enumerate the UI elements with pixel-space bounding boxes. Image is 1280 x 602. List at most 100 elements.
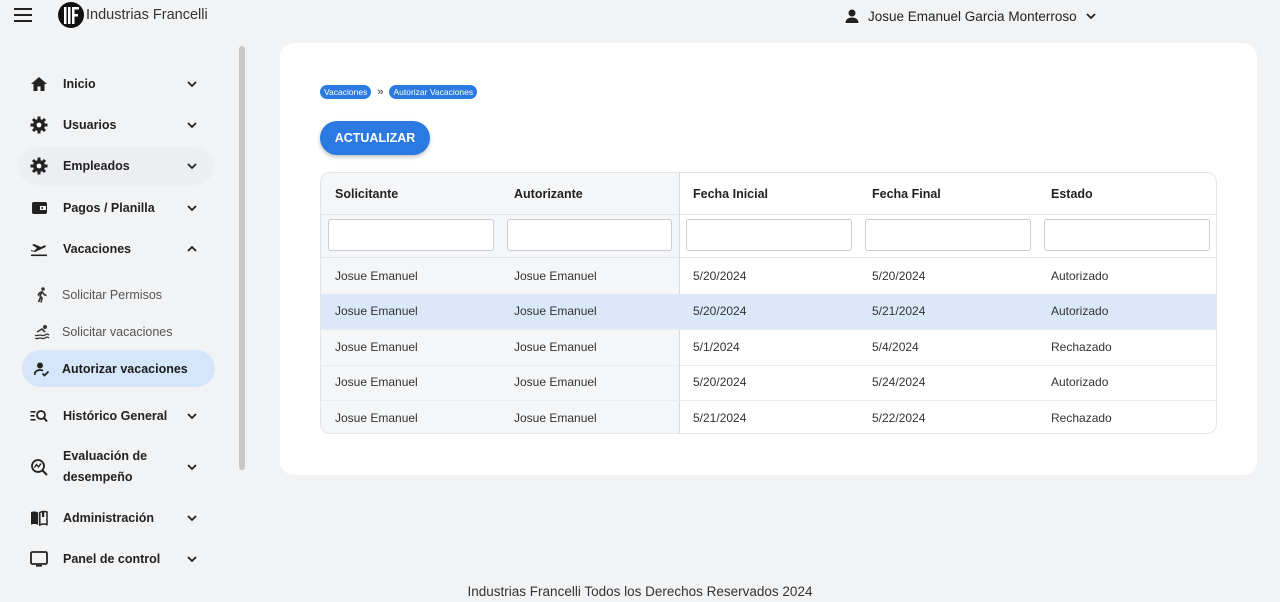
wallet-icon	[30, 199, 48, 217]
table-cell-fecha-inicial: 5/20/2024	[693, 304, 747, 318]
sidebar-item-label: Pagos / Planilla	[63, 201, 155, 215]
chevron-down-icon	[187, 163, 197, 170]
sidebar-item-usuarios[interactable]: Usuarios	[18, 106, 214, 144]
table-cell-fecha-inicial: 5/20/2024	[693, 268, 747, 283]
table-cell-estado: Autorizado	[1051, 268, 1109, 283]
sidebar-scrollbar[interactable]	[239, 46, 245, 470]
person-swim-icon	[34, 324, 50, 340]
vacation-requests-table: Solicitante Autorizante Fecha Inicial Fe…	[320, 172, 1217, 434]
sidebar-item-label: Vacaciones	[63, 242, 132, 256]
column-header-fecha-final[interactable]: Fecha Final	[872, 173, 941, 214]
plane-icon	[30, 240, 48, 258]
user-icon	[844, 8, 860, 24]
table-cell-fecha-final: 5/20/2024	[872, 268, 926, 283]
chevron-down-icon	[187, 122, 197, 129]
sidebar-item-historico-general[interactable]: Histórico General	[18, 397, 214, 435]
sidebar-item-label: Inicio	[63, 77, 96, 91]
table-cell-autorizante: Josue Emanuel	[514, 339, 597, 354]
breadcrumb: Vacaciones » Autorizar Vacaciones	[320, 85, 478, 99]
sidebar-item-administracion[interactable]: Administración	[18, 499, 214, 537]
hamburger-menu-icon[interactable]	[14, 8, 32, 22]
filter-input-solicitante[interactable]	[328, 219, 494, 251]
table-cell-solicitante: Josue Emanuel	[335, 339, 418, 354]
sidebar-subitem-solicitar-permisos[interactable]: Solicitar Permisos	[22, 276, 215, 313]
table-cell-autorizante: Josue Emanuel	[514, 268, 597, 283]
table-row[interactable]: Josue Emanuel Josue Emanuel 5/20/2024 5/21/…	[321, 293, 1216, 329]
filter-input-fecha-final[interactable]	[865, 219, 1031, 251]
walking-icon	[34, 286, 50, 303]
footer-text: Industrias Francelli Todos los Derechos …	[467, 584, 813, 599]
table-cell-autorizante: Josue Emanuel	[514, 410, 597, 425]
table-cell-solicitante: Josue Emanuel	[335, 375, 418, 389]
breadcrumb-item-autorizar-vacaciones[interactable]: Autorizar Vacaciones	[389, 85, 478, 99]
top-bar: Industrias Francelli Josue Emanuel Garci…	[0, 0, 1280, 32]
sidebar-item-label: Panel de control	[63, 552, 161, 566]
table-cell-autorizante: Josue Emanuel	[514, 304, 597, 318]
chevron-up-icon	[187, 245, 197, 252]
sidebar-item-empleados[interactable]: Empleados	[18, 147, 214, 185]
table-cell-fecha-inicial: 5/1/2024	[693, 339, 740, 354]
table-cell-solicitante: Josue Emanuel	[335, 410, 418, 425]
sidebar-item-vacaciones[interactable]: Vacaciones	[18, 230, 214, 268]
table-cell-estado: Rechazado	[1051, 339, 1112, 354]
sidebar-item-label: Histórico General	[63, 409, 168, 423]
home-icon	[30, 75, 48, 93]
chevron-down-icon	[187, 205, 197, 212]
sidebar-item-label: Usuarios	[63, 118, 117, 132]
table-cell-autorizante: Josue Emanuel	[514, 375, 597, 389]
user-name: Josue Emanuel Garcia Monterroso	[868, 8, 1077, 24]
divider	[321, 214, 1216, 215]
chevron-down-icon	[187, 515, 197, 522]
table-row[interactable]: Josue Emanuel Josue Emanuel 5/21/2024 5/22/…	[321, 400, 1216, 433]
chevron-down-icon	[187, 413, 197, 420]
table-cell-estado: Rechazado	[1051, 410, 1112, 425]
gear-icon	[30, 157, 48, 175]
sidebar-item-inicio[interactable]: Inicio	[18, 65, 214, 103]
table-cell-solicitante: Josue Emanuel	[335, 304, 418, 318]
filter-input-fecha-inicial[interactable]	[686, 219, 852, 251]
breadcrumb-separator: »	[377, 86, 384, 98]
user-menu[interactable]: Josue Emanuel Garcia Monterroso	[844, 6, 1097, 26]
chevron-down-icon	[187, 81, 197, 88]
table-cell-fecha-inicial: 5/21/2024	[693, 410, 747, 425]
column-header-autorizante[interactable]: Autorizante	[514, 173, 583, 214]
sidebar-item-panel-de-control[interactable]: Panel de control	[18, 540, 214, 578]
company-logo	[58, 2, 84, 28]
filter-input-autorizante[interactable]	[507, 219, 672, 251]
sidebar-item-label: Autorizar vacaciones	[62, 361, 188, 376]
table-cell-estado: Autorizado	[1051, 304, 1109, 318]
refresh-button[interactable]: ACTUALIZAR	[320, 121, 430, 155]
sidebar-item-label: Empleados	[63, 159, 130, 173]
chevron-down-icon	[1085, 10, 1097, 22]
sidebar-subitem-autorizar-vacaciones[interactable]: Autorizar vacaciones	[22, 350, 215, 387]
table-cell-fecha-inicial: 5/20/2024	[693, 375, 747, 389]
chevron-down-icon	[187, 556, 197, 563]
sidebar-item-label: Solicitar Permisos	[62, 287, 163, 302]
table-cell-fecha-final: 5/21/2024	[872, 304, 926, 318]
book-icon	[30, 509, 48, 527]
sidebar-item-evaluacion-desempeno[interactable]: Evaluación de desempeño	[18, 446, 214, 488]
chevron-down-icon	[187, 464, 197, 471]
sidebar-item-pagos-planilla[interactable]: Pagos / Planilla	[18, 189, 214, 227]
monitor-icon	[30, 550, 48, 568]
table-row[interactable]: Josue Emanuel Josue Emanuel 5/20/2024 5/24/…	[321, 365, 1216, 400]
app-title: Industrias Francelli	[86, 7, 208, 23]
column-header-fecha-inicial[interactable]: Fecha Inicial	[693, 173, 768, 214]
sidebar-item-label: Administración	[63, 511, 154, 525]
sidebar-subitem-solicitar-vacaciones[interactable]: Solicitar vacaciones	[22, 313, 215, 350]
user-check-icon	[34, 361, 50, 377]
table-cell-fecha-final: 5/4/2024	[872, 339, 919, 354]
column-header-estado[interactable]: Estado	[1051, 173, 1093, 214]
gear-icon	[30, 116, 48, 134]
table-row[interactable]: Josue Emanuel Josue Emanuel 5/1/2024 5/4/20…	[321, 329, 1216, 364]
sidebar-item-label: Solicitar vacaciones	[62, 324, 173, 339]
evaluation-icon	[30, 458, 48, 476]
sidebar-item-label: Evaluación de desempeño	[63, 449, 148, 484]
table-cell-solicitante: Josue Emanuel	[335, 268, 418, 283]
table-cell-fecha-final: 5/22/2024	[872, 410, 926, 425]
table-cell-estado: Autorizado	[1051, 375, 1109, 389]
table-row[interactable]: Josue Emanuel Josue Emanuel 5/20/2024 5/20/…	[321, 258, 1216, 293]
column-header-solicitante[interactable]: Solicitante	[335, 173, 398, 214]
filter-input-estado[interactable]	[1044, 219, 1210, 251]
breadcrumb-item-vacaciones[interactable]: Vacaciones	[320, 85, 372, 99]
